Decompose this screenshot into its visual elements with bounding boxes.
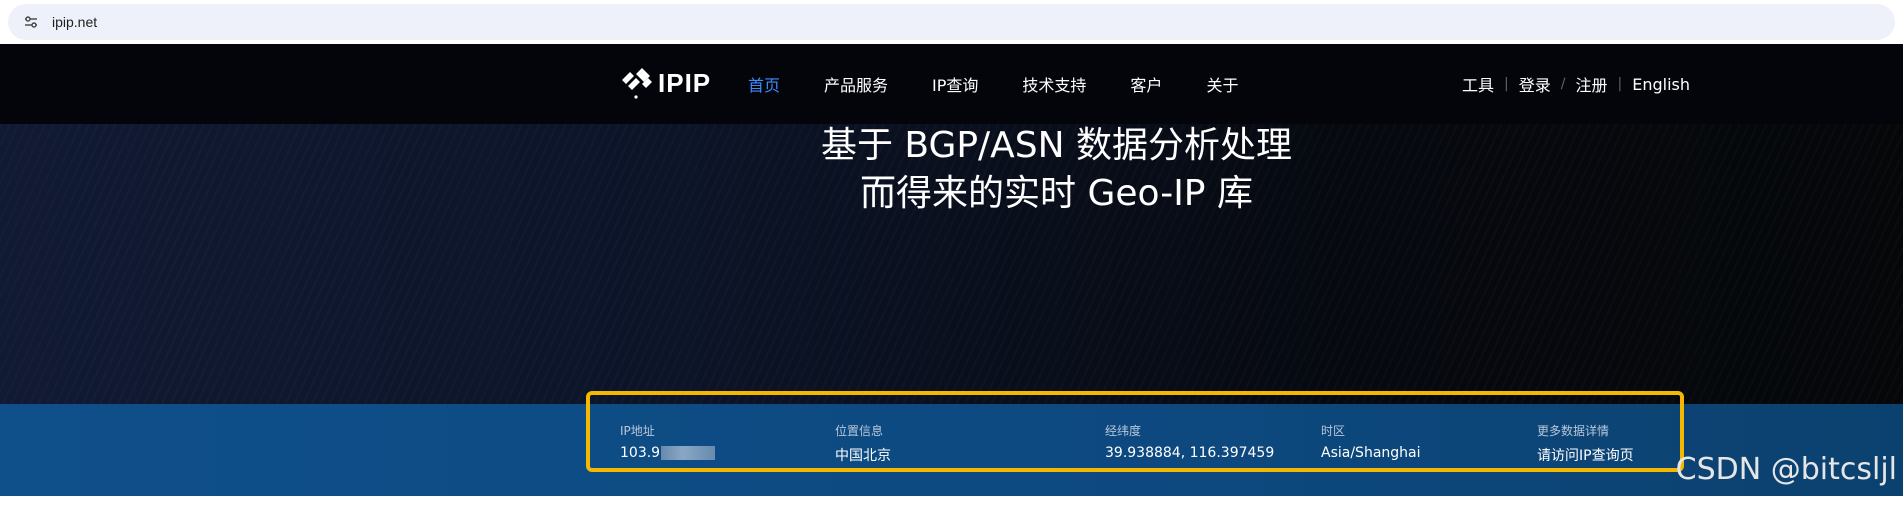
- csdn-watermark: CSDN @bitcsljl: [1675, 452, 1897, 487]
- url-text[interactable]: ipip.net: [52, 14, 97, 30]
- menu-item-home[interactable]: 首页: [748, 72, 780, 96]
- page-bottom-edge: [0, 496, 1903, 509]
- menu-item-about[interactable]: 关于: [1206, 72, 1238, 96]
- english-link[interactable]: English: [1632, 75, 1690, 94]
- menu-item-ip-lookup[interactable]: IP查询: [932, 72, 978, 96]
- separator: /: [1560, 76, 1566, 92]
- browser-address-bar: ipip.net: [0, 0, 1903, 44]
- menu-item-customers[interactable]: 客户: [1130, 72, 1162, 96]
- url-bar[interactable]: ipip.net: [8, 4, 1895, 40]
- menu-item-support[interactable]: 技术支持: [1022, 72, 1086, 96]
- site-settings-icon[interactable]: [14, 8, 48, 36]
- account-links: 工具 | 登录 / 注册 | English: [1462, 72, 1690, 96]
- top-navigation: IPIP 首页 产品服务 IP查询 技术支持 客户 关于 工具 | 登录 / 注…: [0, 44, 1903, 124]
- hero-line-2: 而得来的实时 Geo-IP 库: [860, 173, 1253, 214]
- main-menu: 首页 产品服务 IP查询 技术支持 客户 关于: [748, 72, 1282, 96]
- separator: |: [1617, 76, 1623, 92]
- hero-title: 基于 BGP/ASN 数据分析处理 而得来的实时 Geo-IP 库: [0, 122, 1903, 218]
- separator: |: [1504, 76, 1509, 92]
- tools-link[interactable]: 工具: [1462, 72, 1494, 96]
- logo-mark-icon: [622, 68, 652, 99]
- menu-item-products[interactable]: 产品服务: [824, 72, 888, 96]
- hero-line-1: 基于 BGP/ASN 数据分析处理: [820, 125, 1293, 166]
- highlight-box: [586, 391, 1684, 472]
- logo-text: IPIP: [658, 67, 712, 98]
- register-link[interactable]: 注册: [1575, 72, 1607, 96]
- login-link[interactable]: 登录: [1519, 72, 1551, 96]
- ipip-logo[interactable]: IPIP: [618, 66, 711, 100]
